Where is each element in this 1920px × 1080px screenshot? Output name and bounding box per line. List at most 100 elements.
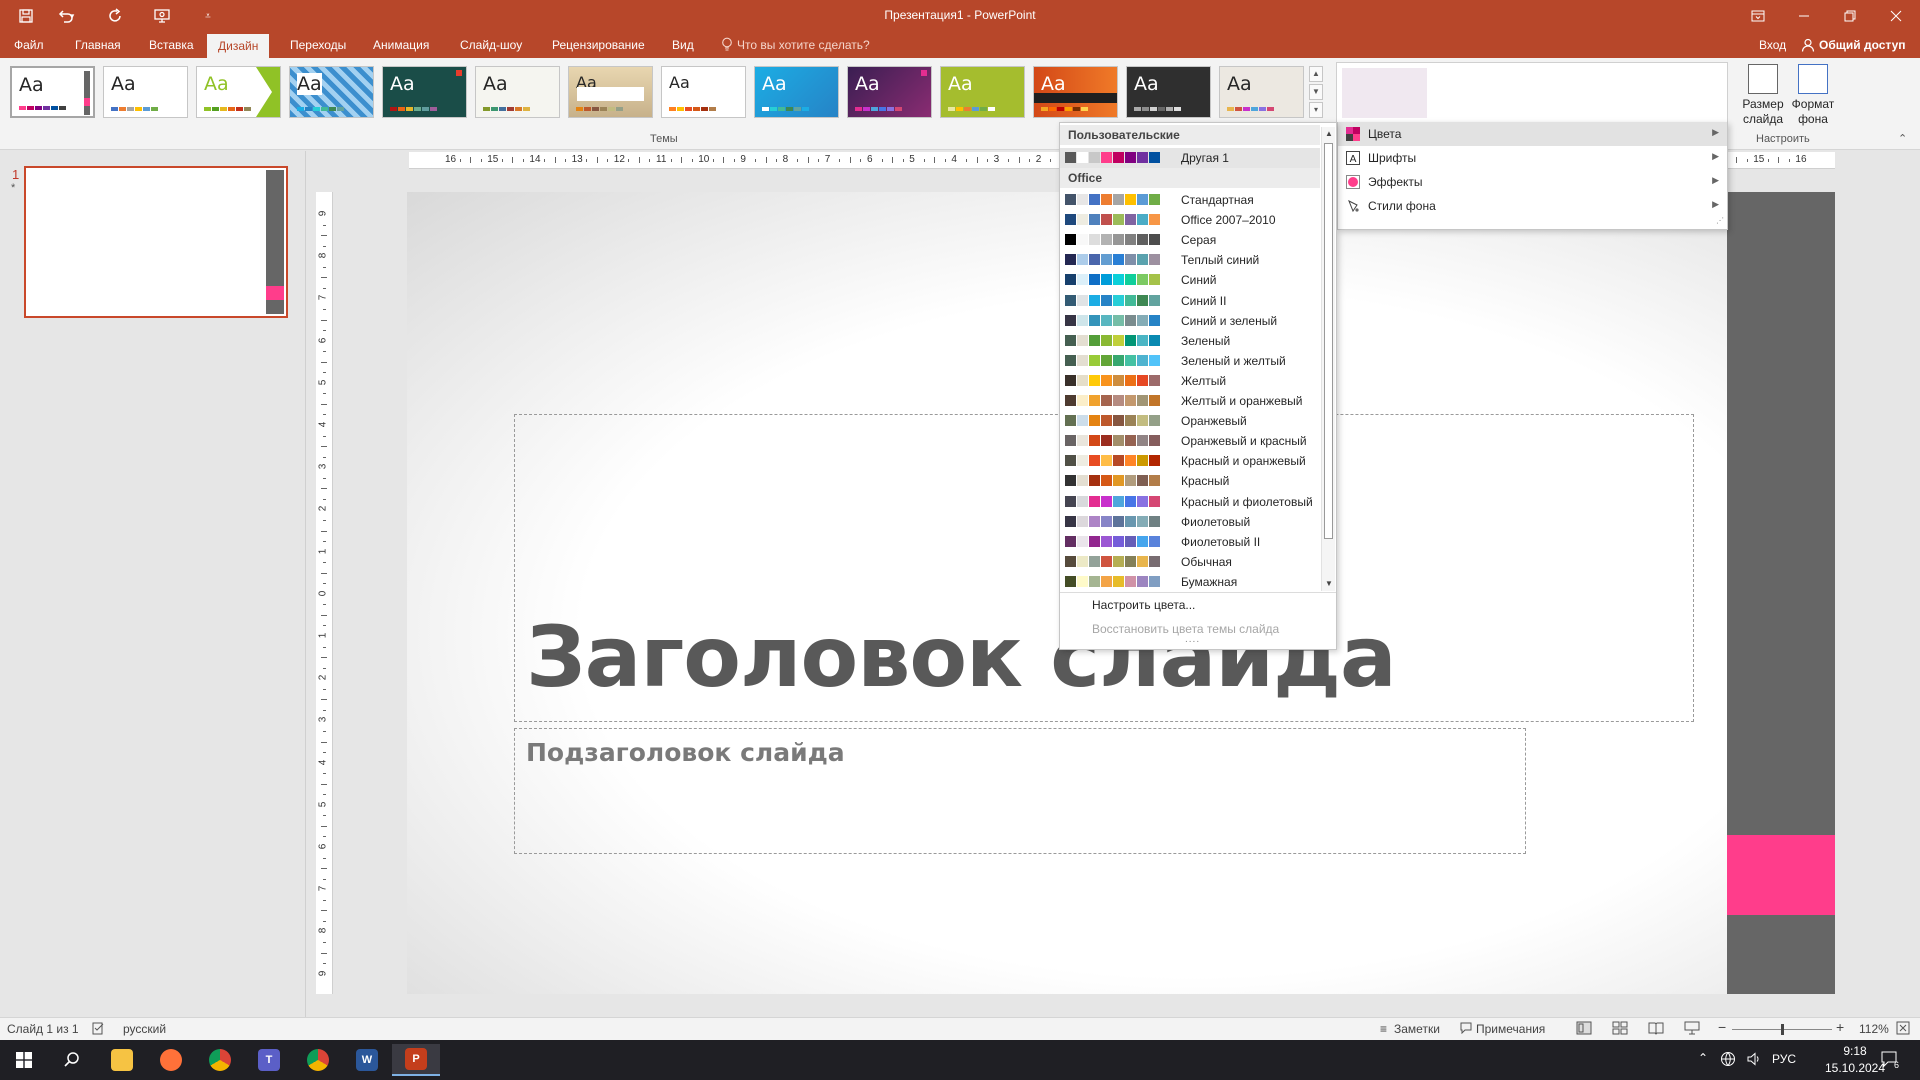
search-icon[interactable] — [48, 1044, 96, 1076]
tab-transitions[interactable]: Переходы — [279, 32, 357, 58]
theme-organic[interactable]: Aa — [475, 66, 560, 118]
volume-icon[interactable] — [1746, 1051, 1762, 1070]
collapse-ribbon-icon[interactable]: ⌃ — [1898, 132, 1907, 145]
color-scheme-item[interactable]: Office 2007–2010 — [1060, 210, 1320, 230]
word-icon[interactable]: W — [343, 1044, 391, 1076]
color-scheme-item[interactable]: Красный и оранжевый — [1060, 451, 1320, 471]
color-scheme-item[interactable]: Синий II — [1060, 291, 1320, 311]
tab-home[interactable]: Главная — [64, 32, 132, 58]
vertical-ruler[interactable]: 9 8 7 6 5 4 3 2 1 0 1 2 3 4 5 6 7 8 9 — [316, 192, 333, 994]
slide-size-button[interactable]: Размер слайда — [1738, 62, 1788, 132]
theme-slice[interactable]: Aa — [661, 66, 746, 118]
zoom-level[interactable]: 112% — [1859, 1022, 1889, 1036]
undo-dropdown-icon[interactable]: ▾ — [64, 0, 80, 32]
variant-menu-colors[interactable]: Цвета ▶ — [1338, 122, 1727, 146]
language-indicator[interactable]: русский — [123, 1022, 166, 1036]
theme-parallax[interactable]: Aa — [1219, 66, 1304, 118]
color-scheme-custom[interactable]: Другая 1 — [1060, 148, 1320, 168]
customize-colors-link[interactable]: Настроить цвета... — [1092, 598, 1195, 612]
firefox-icon[interactable] — [147, 1044, 195, 1076]
tell-me-input[interactable]: Что вы хотите сделать? — [737, 32, 870, 58]
tab-review[interactable]: Рецензирование — [541, 32, 656, 58]
tab-file[interactable]: Файл — [3, 32, 55, 58]
tab-animation[interactable]: Анимация — [362, 32, 440, 58]
color-scheme-item[interactable]: Стандартная — [1060, 190, 1320, 210]
tab-design[interactable]: Дизайн — [207, 34, 270, 58]
theme-berlin[interactable]: Aa — [940, 66, 1025, 118]
tab-slideshow[interactable]: Слайд-шоу — [449, 32, 533, 58]
customize-quick-access-icon[interactable]: ⩡ — [188, 0, 228, 32]
colors-scrollbar[interactable]: ▲ ▼ — [1321, 127, 1335, 591]
variant-menu-effects[interactable]: Эффекты ▶ — [1338, 170, 1727, 194]
save-icon[interactable] — [6, 0, 46, 32]
theme-office[interactable]: Aa — [103, 66, 188, 118]
network-icon[interactable] — [1720, 1051, 1736, 1070]
color-scheme-item[interactable]: Обычная — [1060, 552, 1320, 572]
resize-grip-icon[interactable]: ⋰ — [1716, 216, 1724, 225]
chrome-icon-2[interactable] — [294, 1044, 342, 1076]
powerpoint-icon[interactable]: P — [392, 1044, 440, 1076]
theme-retrospect[interactable]: Aa — [568, 66, 653, 118]
share-button[interactable]: Общий доступ — [1819, 32, 1906, 58]
redo-icon[interactable] — [96, 0, 136, 32]
gallery-more-icon[interactable]: ▾ — [1309, 102, 1323, 118]
color-scheme-item[interactable]: Оранжевый — [1060, 411, 1320, 431]
clock-date[interactable]: 15.10.2024 — [1824, 1061, 1886, 1075]
chrome-icon[interactable] — [196, 1044, 244, 1076]
variant-menu-fonts[interactable]: A Шрифты ▶ — [1338, 146, 1727, 170]
presentation-from-start-icon[interactable] — [142, 0, 182, 32]
theme-facet[interactable]: Aa — [196, 66, 281, 118]
color-scheme-item[interactable]: Оранжевый и красный — [1060, 431, 1320, 451]
color-scheme-item[interactable]: Желтый и оранжевый — [1060, 391, 1320, 411]
scroll-up-icon[interactable]: ▲ — [1322, 127, 1336, 141]
color-scheme-item[interactable]: Серая — [1060, 230, 1320, 250]
color-scheme-item[interactable]: Бумажная — [1060, 572, 1320, 592]
zoom-slider-thumb[interactable] — [1781, 1024, 1784, 1035]
fit-to-window-icon[interactable] — [1896, 1021, 1910, 1038]
zoom-out-icon[interactable]: − — [1718, 1019, 1726, 1035]
tray-expand-icon[interactable]: ⌃ — [1698, 1051, 1708, 1065]
signin-link[interactable]: Вход — [1759, 32, 1786, 58]
color-scheme-item[interactable]: Фиолетовый — [1060, 512, 1320, 532]
clock-time[interactable]: 9:18 — [1824, 1044, 1886, 1058]
color-scheme-item[interactable]: Красный и фиолетовый — [1060, 492, 1320, 512]
slide-subtitle[interactable]: Подзаголовок слайда — [526, 738, 845, 767]
zoom-in-icon[interactable]: + — [1836, 1019, 1844, 1035]
scrollbar-thumb[interactable] — [1324, 143, 1333, 539]
theme-badge[interactable]: Aa — [1033, 66, 1118, 118]
color-scheme-item[interactable]: Синий — [1060, 270, 1320, 290]
gallery-scroll-up-icon[interactable]: ▲ — [1309, 66, 1323, 82]
teams-icon[interactable]: T — [245, 1044, 293, 1076]
tab-insert[interactable]: Вставка — [138, 32, 205, 58]
theme-wisp[interactable]: Aa — [754, 66, 839, 118]
color-scheme-item[interactable]: Теплый синий — [1060, 250, 1320, 270]
theme-integral[interactable]: Aa — [289, 66, 374, 118]
slide-sorter-icon[interactable] — [1612, 1021, 1628, 1038]
format-background-button[interactable]: Формат фона — [1788, 62, 1838, 132]
variant-thumbnail[interactable] — [1342, 68, 1427, 118]
tab-view[interactable]: Вид — [661, 32, 705, 58]
menu-resize-dots[interactable]: .... — [1185, 634, 1200, 645]
notes-button[interactable]: Заметки — [1394, 1022, 1440, 1036]
file-explorer-icon[interactable] — [98, 1044, 146, 1076]
color-scheme-item[interactable]: Красный — [1060, 471, 1320, 491]
comments-button[interactable]: Примечания — [1476, 1022, 1545, 1036]
spellcheck-icon[interactable] — [92, 1022, 105, 1038]
slideshow-view-icon[interactable] — [1684, 1021, 1700, 1038]
variant-menu-background-styles[interactable]: Стили фона ▶ — [1338, 194, 1727, 218]
start-icon[interactable] — [0, 1044, 48, 1076]
normal-view-icon[interactable] — [1576, 1021, 1592, 1038]
slide-thumbnail[interactable] — [24, 166, 288, 318]
theme-mesh[interactable]: Aa — [1126, 66, 1211, 118]
color-scheme-item[interactable]: Зеленый и желтый — [1060, 351, 1320, 371]
theme-current[interactable]: Aa — [10, 66, 95, 118]
close-icon[interactable] — [1873, 0, 1919, 32]
color-scheme-item[interactable]: Зеленый — [1060, 331, 1320, 351]
scroll-down-icon[interactable]: ▼ — [1322, 577, 1336, 591]
gallery-scroll-down-icon[interactable]: ▼ — [1309, 84, 1323, 100]
color-scheme-item[interactable]: Синий и зеленый — [1060, 311, 1320, 331]
minimize-icon[interactable] — [1781, 0, 1827, 32]
theme-celestial[interactable]: Aa — [847, 66, 932, 118]
color-scheme-item[interactable]: Фиолетовый II — [1060, 532, 1320, 552]
reading-view-icon[interactable] — [1648, 1021, 1664, 1038]
